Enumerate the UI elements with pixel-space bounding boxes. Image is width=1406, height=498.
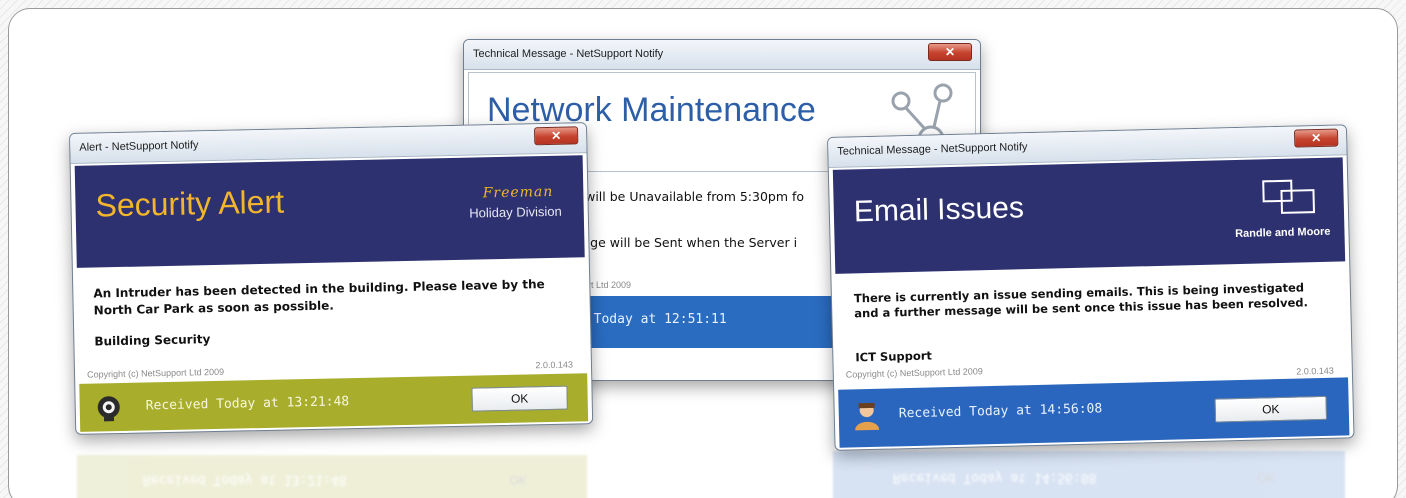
page-title: Email Issues (853, 191, 1025, 229)
close-button[interactable]: ✕ (928, 43, 972, 61)
title-bar[interactable]: Technical Message - NetSupport Notify ✕ (464, 40, 980, 70)
received-timestamp: Received Today at 13:21:48 (145, 394, 350, 414)
overlapping-squares-icon (1262, 179, 1316, 214)
brand-division: Holiday Division (469, 203, 562, 221)
received-timestamp: d Today at 12:51:11 (578, 312, 727, 327)
alarm-siren-icon (97, 396, 120, 422)
alert-banner: Security Alert Freeman Holiday Division (74, 155, 585, 268)
window-title: Alert - NetSupport Notify (79, 139, 199, 154)
reflected-ok: OK (1257, 471, 1275, 485)
reflected-timestamp: Received Today at 14:56:08 (893, 470, 1097, 485)
alert-message: An Intruder has been detected in the bui… (93, 277, 545, 318)
close-icon: ✕ (944, 45, 956, 59)
received-timestamp: Received Today at 14:56:08 (898, 401, 1103, 422)
reflected-timestamp: Received Today at 13:21:48 (143, 472, 347, 487)
email-window-reflection: Received Today at 14:56:08 OK (829, 447, 1349, 498)
ok-button[interactable]: OK (1214, 395, 1328, 423)
sender-signature: ICT Support (855, 348, 933, 365)
brand-name: Randle and Moore (1235, 225, 1331, 241)
sender-signature: Building Security (94, 332, 211, 349)
window-title: Technical Message - NetSupport Notify (837, 141, 1028, 158)
copyright-text: Copyright (c) NetSupport Ltd 2009 (86, 366, 225, 380)
copyright-text: Copyright (c) NetSupport Ltd 2009 (845, 366, 983, 380)
close-button[interactable]: ✕ (533, 126, 579, 146)
close-icon: ✕ (1310, 130, 1322, 146)
email-issues-window: Technical Message - NetSupport Notify ✕ … (827, 124, 1355, 451)
alert-message: There is currently an issue sending emai… (853, 280, 1309, 321)
reflected-ok: OK (509, 473, 527, 487)
alert-banner: Email Issues Randle and Moore (832, 157, 1346, 274)
security-alert-window: Alert - NetSupport Notify ✕ Security Ale… (69, 122, 594, 435)
close-icon: ✕ (550, 128, 562, 143)
version-number: 2.0.0.143 (535, 359, 574, 371)
screenshot-stage: Technical Message - NetSupport Notify ✕ … (8, 8, 1398, 498)
person-icon (855, 402, 880, 431)
page-title: Security Alert (95, 183, 285, 224)
brand-name: Freeman (482, 183, 554, 202)
security-window-reflection: Received Today at 13:21:48 OK (73, 443, 591, 498)
message-line-1: r will be Unavailable from 5:30pm fo (576, 189, 805, 204)
close-button[interactable]: ✕ (1293, 128, 1339, 148)
ok-button[interactable]: OK (471, 385, 568, 412)
status-footer: Received Today at 14:56:08 OK (838, 377, 1350, 448)
message-line-2: sage will be Sent when the Server i (576, 235, 798, 250)
status-footer: Received Today at 13:21:48 OK (79, 373, 589, 432)
window-title: Technical Message - NetSupport Notify (473, 48, 664, 60)
version-number: 2.0.0.143 (1296, 365, 1334, 377)
